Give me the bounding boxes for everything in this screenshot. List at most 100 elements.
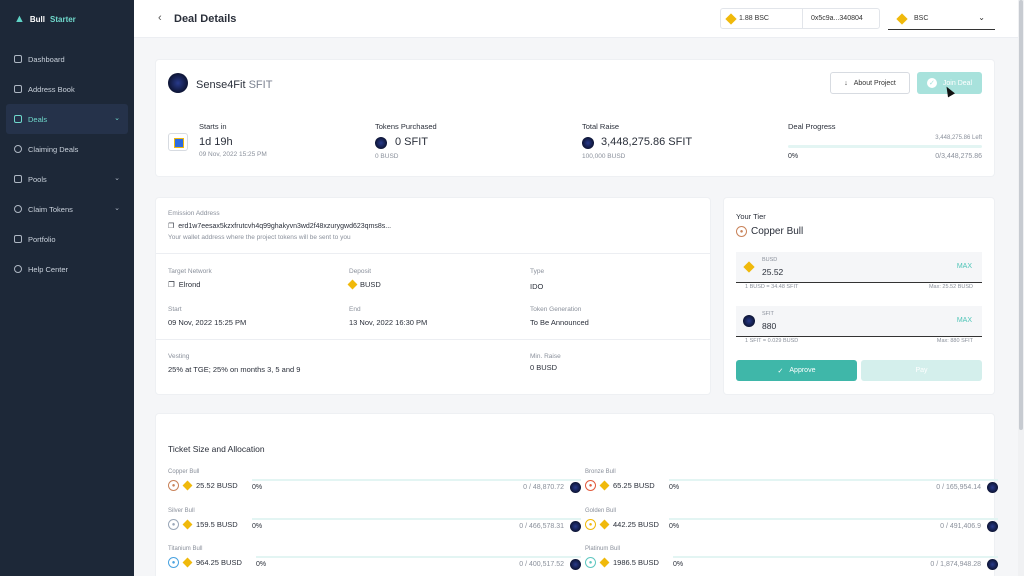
approve-button[interactable]: ✓ Approve [736, 360, 857, 381]
starts-date: 09 Nov, 2022 15:25 PM [199, 151, 267, 158]
sidebar-item-deals[interactable]: Deals ⌄ [6, 104, 128, 134]
sidebar-item-pools[interactable]: Pools ⌄ [0, 164, 134, 194]
deposit-value: BUSD [347, 279, 381, 290]
chevron-down-icon: ⌄ [114, 175, 120, 182]
wallet-balance: 1.88 BSC [721, 9, 803, 28]
token-generation-value: To Be Announced [530, 318, 589, 327]
bnb-icon [896, 12, 908, 25]
brand-logo[interactable]: ▲ Bull Starter [0, 0, 134, 38]
copper-medal-icon: ● [736, 226, 747, 237]
sidebar-item-help-center[interactable]: Help Center [0, 254, 134, 284]
busd-icon [182, 480, 193, 491]
emission-address-label: Emission Address [168, 210, 220, 217]
wallet-info[interactable]: 1.88 BSC 0x5c9a...340804 [720, 8, 880, 29]
tier-card: Your Tier ● Copper Bull BUSD 25.52 MAX 1 … [724, 198, 994, 394]
busd-max-note: Max: 25.52 BUSD [928, 284, 973, 290]
sfit-input-value: 880 [762, 321, 777, 331]
tier-medal-icon: ● [585, 480, 596, 491]
deposit-text: BUSD [360, 280, 381, 289]
min-raise-value: 0 BUSD [530, 363, 558, 372]
deal-progress-bar [788, 145, 982, 148]
end-label: End [349, 306, 361, 313]
tier-name: ● Copper Bull [736, 226, 803, 237]
tokens-purchased-label: Tokens Purchased [375, 122, 437, 131]
sidebar-item-claiming-deals[interactable]: Claiming Deals [0, 134, 134, 164]
tier-amount: ● 159.5 BUSD [168, 519, 238, 530]
back-arrow-icon[interactable]: ‹ [158, 12, 162, 24]
divider [156, 339, 710, 340]
tier-amount-text: 159.5 BUSD [196, 520, 238, 529]
bnb-icon [725, 12, 737, 25]
sidebar-item-address-book[interactable]: Address Book [0, 74, 134, 104]
allocation-percent: 0% [252, 523, 263, 530]
sidebar-item-label: Help Center [28, 264, 69, 274]
tokens-purchased-value: 0 SFIT [395, 136, 429, 148]
sfit-token-icon [987, 482, 998, 493]
allocation-cap: 0 / 1,874,948.28 [930, 561, 981, 568]
elrond-icon: ❐ [168, 280, 175, 289]
scrollbar[interactable] [1018, 0, 1024, 576]
ticket-size-card: Ticket Size and Allocation Copper Bull ● 2… [156, 414, 998, 576]
tier-amount: ● 65.25 BUSD [585, 480, 655, 491]
deposit-label: Deposit [349, 268, 372, 275]
sfit-max-note: Max: 880 SFIT [936, 338, 973, 344]
sfit-rate: 1 SFIT = 0.029 BUSD [745, 338, 799, 344]
deal-progress-total: 0/3,448,275.86 [935, 153, 982, 160]
vesting-label: Vesting [168, 353, 190, 360]
tier-medal-icon: ● [585, 557, 596, 568]
tier-medal-icon: ● [168, 519, 179, 530]
type-label: Type [530, 268, 545, 275]
type-value: IDO [530, 282, 544, 291]
sfit-max-button[interactable]: MAX [957, 317, 972, 324]
copy-icon: ❐ [168, 223, 175, 230]
pay-button[interactable]: Pay [861, 360, 982, 381]
deal-info-card: Emission Address ❐ erd1w7eesax5kzxfrutcvh… [156, 198, 710, 394]
project-logo [168, 73, 188, 93]
calendar-icon [168, 133, 188, 151]
scrollbar-thumb[interactable] [1019, 0, 1023, 430]
box-icon [14, 175, 22, 183]
sidebar-item-claim-tokens[interactable]: Claim Tokens ⌄ [0, 194, 134, 224]
deal-progress-left: 3,448,275.86 Left [935, 135, 982, 141]
network-select[interactable]: BSC ⌄ [888, 8, 995, 30]
emission-address-value[interactable]: ❐ erd1w7eesax5kzxfrutcvh4q99ghakyvn3wd2f4… [168, 222, 392, 231]
sidebar-item-label: Pools [28, 174, 47, 184]
sidebar-item-label: Portfolio [28, 234, 56, 244]
emission-address-text: erd1w7eesax5kzxfrutcvh4q99ghakyvn3wd2f48… [178, 222, 392, 230]
busd-max-button[interactable]: MAX [957, 263, 972, 270]
allocation-percent: 0% [256, 561, 267, 568]
ticket-row: Silver Bull ● 159.5 BUSD 0% 0 / 466,578.31 [168, 508, 581, 540]
sidebar-item-portfolio[interactable]: Portfolio [0, 224, 134, 254]
grid-icon [14, 55, 22, 63]
busd-amount-input[interactable]: BUSD 25.52 MAX [736, 252, 982, 283]
tier-amount-text: 964.25 BUSD [196, 558, 242, 567]
allocation-cap: 0 / 466,578.31 [519, 523, 564, 530]
sfit-token-icon [582, 137, 594, 149]
sidebar-nav: Dashboard Address Book Deals ⌄ Claiming D… [0, 44, 134, 284]
total-raise-value: 3,448,275.86 SFIT [601, 136, 693, 148]
ticket-row: Platinum Bull ● 1986.5 BUSD 0% 0 / 1,874,948… [585, 546, 998, 576]
busd-icon [599, 519, 610, 530]
sfit-amount-input[interactable]: SFIT 880 MAX [736, 306, 982, 337]
starts-value: 1d 19h [199, 136, 233, 148]
tier-amount: ● 1986.5 BUSD [585, 557, 659, 568]
ticket-row: Bronze Bull ● 65.25 BUSD 0% 0 / 165,954.14 [585, 469, 998, 501]
sidebar-item-label: Claim Tokens [28, 204, 73, 214]
top-bar: ‹ Deal Details 1.88 BSC 0x5c9a...340804 … [134, 0, 1024, 38]
tier-name: Silver Bull [168, 508, 195, 514]
about-project-button[interactable]: ↓ About Project [830, 72, 910, 94]
project-title: Sense4Fit SFIT [196, 79, 272, 91]
chevron-down-icon: ⌄ [978, 13, 985, 22]
ticket-row: Copper Bull ● 25.52 BUSD 0% 0 / 48,870.72 [168, 469, 581, 501]
busd-input-value: 25.52 [762, 267, 784, 277]
start-label: Start [168, 306, 182, 313]
tier-amount-text: 25.52 BUSD [196, 481, 238, 490]
sidebar-item-dashboard[interactable]: Dashboard [0, 44, 134, 74]
token-icon [14, 205, 22, 213]
divider [156, 253, 710, 254]
token-generation-label: Token Generation [530, 306, 582, 313]
total-raise-label: Total Raise [582, 122, 620, 131]
starts-label: Starts in [199, 122, 227, 131]
tier-medal-icon: ● [168, 557, 179, 568]
emission-address-note: Your wallet address where the project to… [168, 234, 351, 241]
